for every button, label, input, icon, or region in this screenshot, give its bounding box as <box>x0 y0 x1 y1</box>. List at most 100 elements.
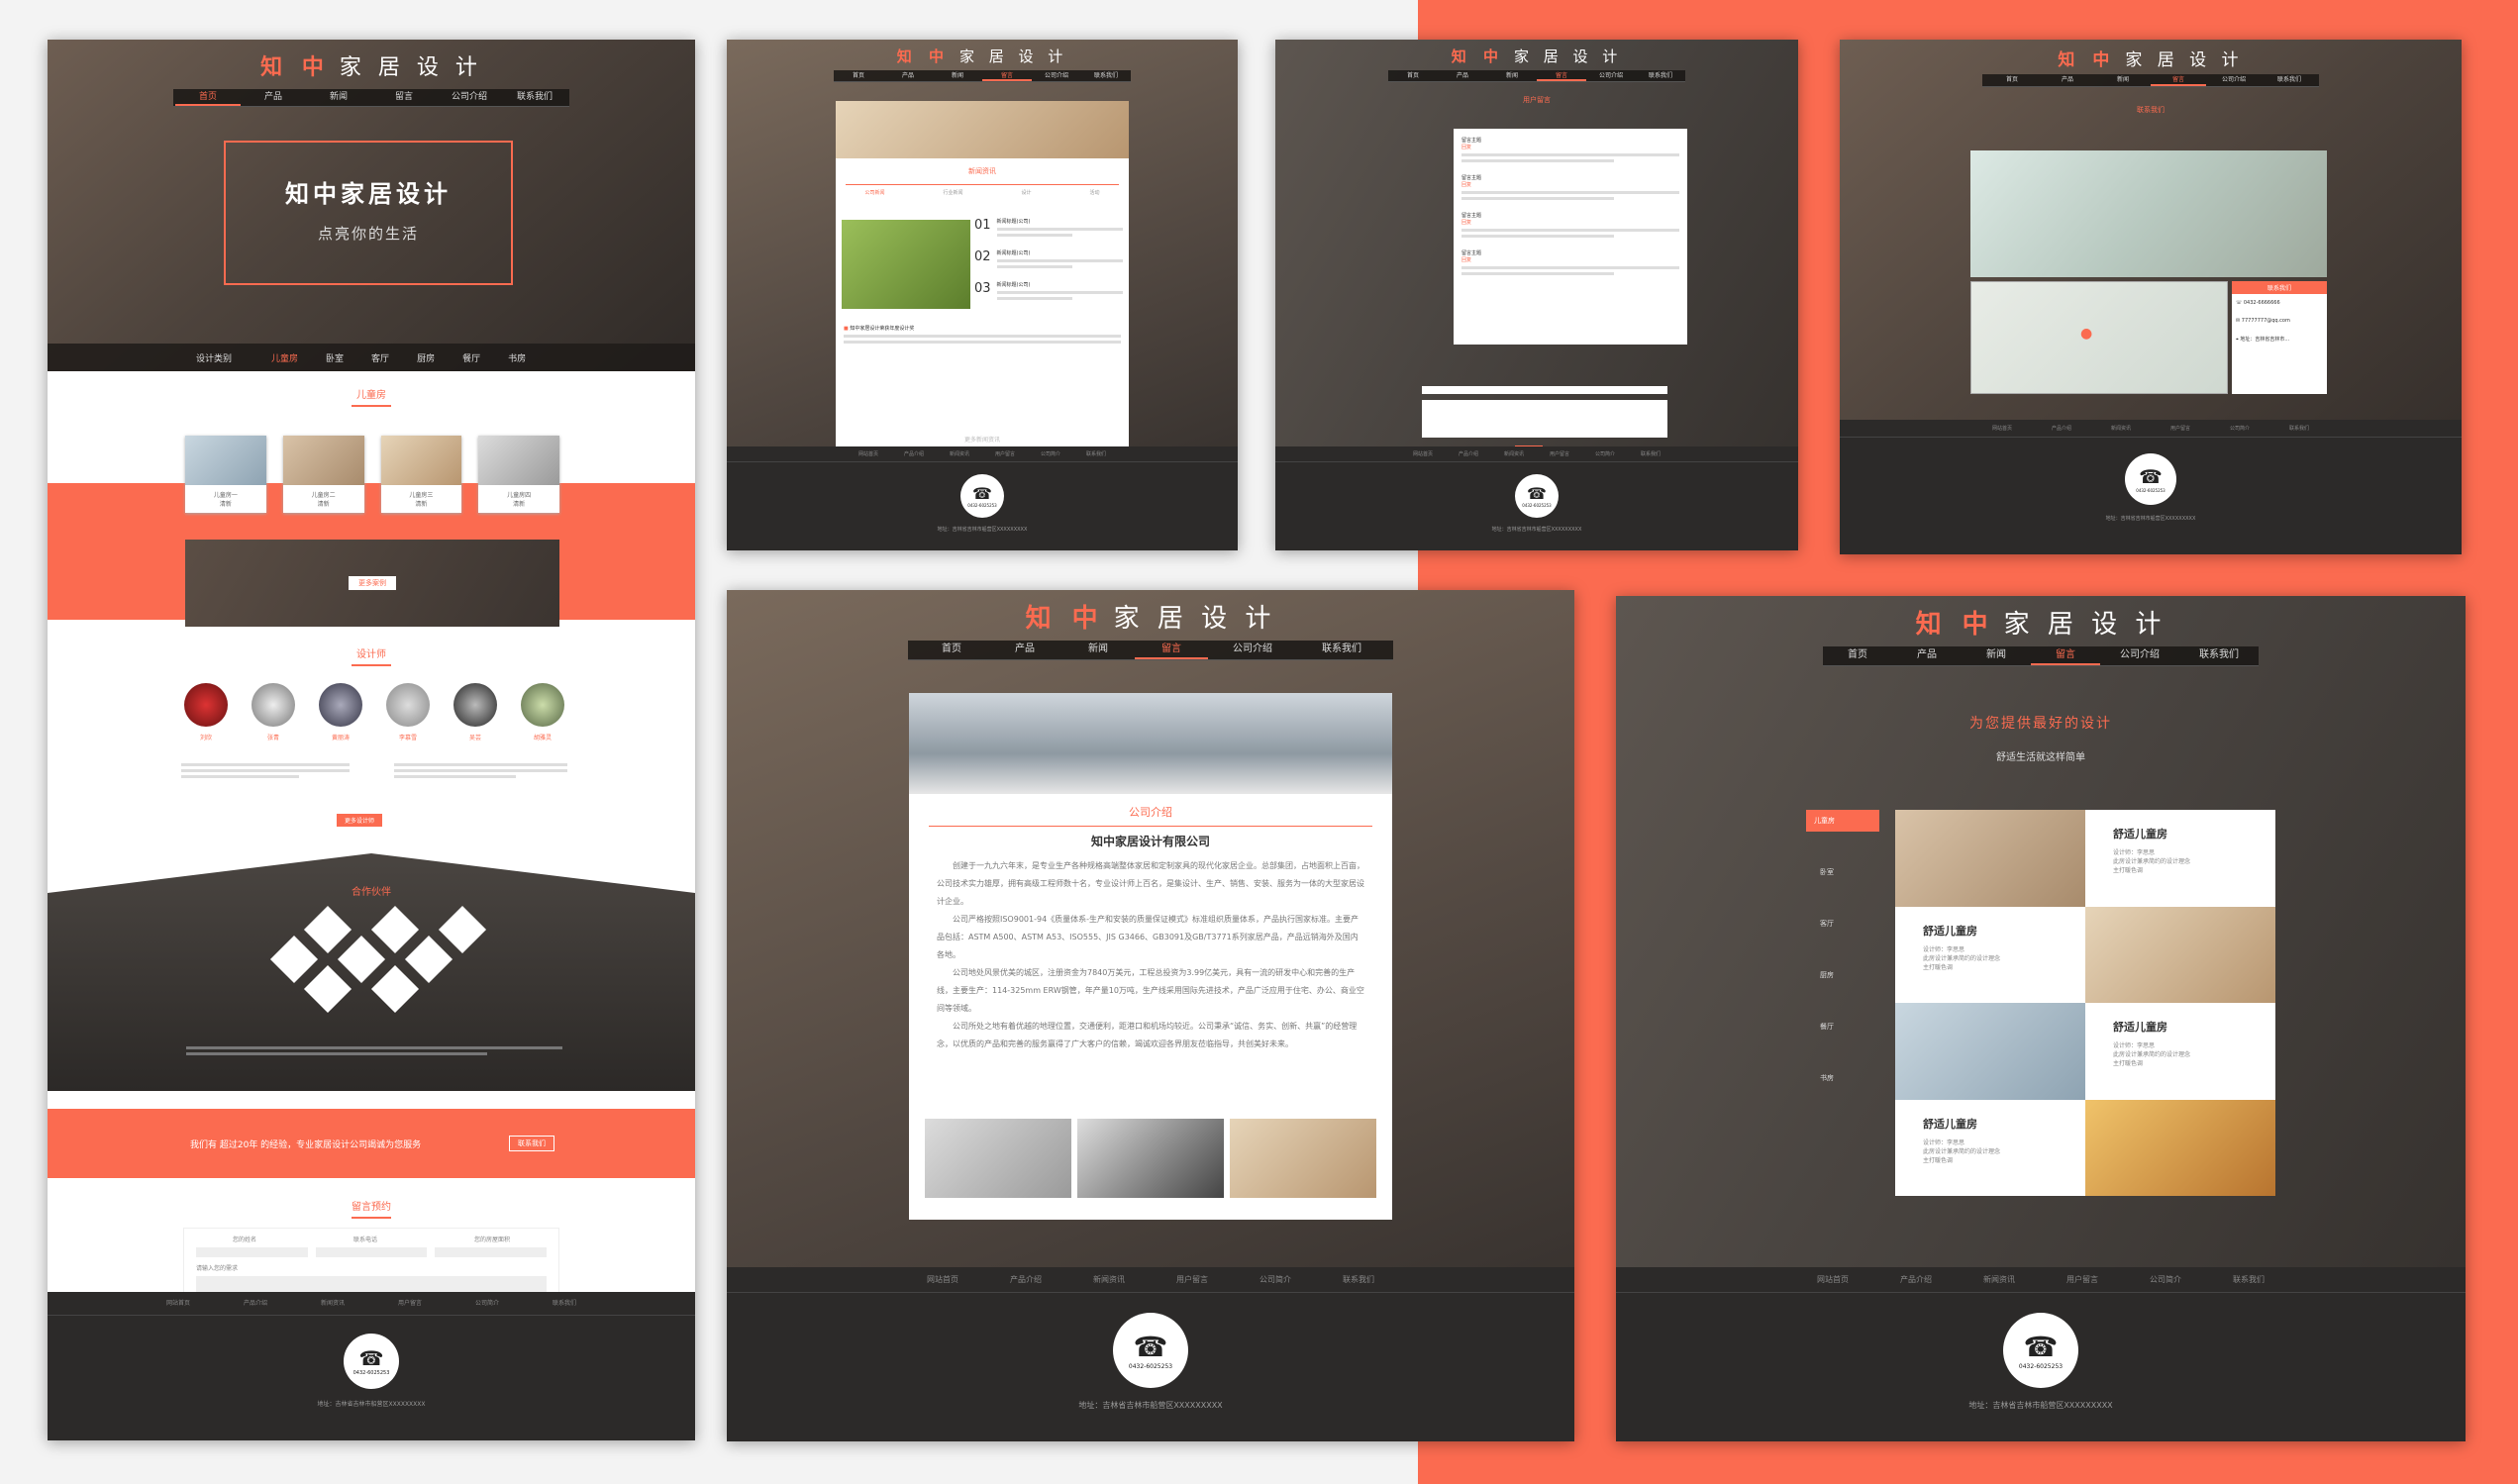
menu-item-bedroom[interactable]: 卧室 <box>1806 861 1879 883</box>
footer-link[interactable]: 网站首页 <box>858 446 878 461</box>
phone-badge[interactable]: ☎ 0432-6025253 <box>344 1334 399 1389</box>
footer-link[interactable]: 联系我们 <box>2233 1267 2265 1292</box>
more-designers-button[interactable]: 更多设计师 <box>337 814 383 827</box>
footer-link[interactable]: 新闻资讯 <box>321 1292 345 1315</box>
menu-item-kitchen[interactable]: 厨房 <box>1806 964 1879 986</box>
cat-bedroom[interactable]: 卧室 <box>326 351 344 364</box>
cat-kids[interactable]: 儿童房 <box>271 351 298 364</box>
footer-link[interactable]: 用户留言 <box>2170 420 2190 437</box>
footer-link[interactable]: 产品介绍 <box>1010 1267 1042 1292</box>
nav-guestbook[interactable]: 留言 <box>371 89 437 106</box>
news-item[interactable]: 03 新闻标题(公司) <box>974 281 1123 303</box>
nav-guestbook[interactable]: 留言 <box>2031 646 2100 665</box>
partner-logo[interactable] <box>337 935 386 984</box>
footer-link[interactable]: 公司简介 <box>1041 446 1060 461</box>
designer-item[interactable]: 李慕雪 <box>383 683 433 742</box>
footer-link[interactable]: 公司简介 <box>1259 1267 1291 1292</box>
footer-link[interactable]: 公司简介 <box>475 1292 499 1315</box>
site-logo[interactable]: 知 中家 居 设 计 <box>727 590 1574 635</box>
partner-logo[interactable] <box>404 935 453 984</box>
tab-design[interactable]: 设计 <box>1021 189 1031 196</box>
footer-link[interactable]: 公司简介 <box>2230 420 2250 437</box>
footer-link[interactable]: 产品介绍 <box>2052 420 2071 437</box>
nav-guestbook[interactable]: 留言 <box>1537 70 1586 81</box>
footer-link[interactable]: 用户留言 <box>1176 1267 1208 1292</box>
gallery-image[interactable] <box>1230 1119 1376 1198</box>
nav-products[interactable]: 产品 <box>988 641 1061 659</box>
nav-home[interactable]: 首页 <box>915 641 988 659</box>
footer-link[interactable]: 网站首页 <box>166 1292 190 1315</box>
site-logo[interactable]: 知 中家 居 设 计 <box>48 40 695 81</box>
product-image[interactable] <box>2085 1099 2275 1196</box>
nav-home[interactable]: 首页 <box>1823 646 1892 665</box>
footer-link[interactable]: 产品介绍 <box>1900 1267 1932 1292</box>
footer-link[interactable]: 新闻资讯 <box>2111 420 2131 437</box>
footer-link[interactable]: 公司简介 <box>2150 1267 2181 1292</box>
designer-item[interactable]: 刘欣 <box>181 683 231 742</box>
nav-home[interactable]: 首页 <box>1984 74 2040 86</box>
phone-badge[interactable]: ☎ 0432-6025253 <box>1515 474 1559 518</box>
product-card[interactable]: 舒适儿童房 设计师：李思思 此房设计兼承简约的设计理念 主打暖色调 <box>1895 1099 2085 1196</box>
footer-link[interactable]: 网站首页 <box>1413 446 1433 461</box>
footer-link[interactable]: 新闻资讯 <box>950 446 969 461</box>
product-image[interactable] <box>2085 906 2275 1003</box>
partner-logo[interactable] <box>303 905 353 954</box>
footer-link[interactable]: 新闻资讯 <box>1093 1267 1125 1292</box>
nav-contact[interactable]: 联系我们 <box>2262 74 2317 86</box>
tab-company-news[interactable]: 公司新闻 <box>864 189 884 196</box>
product-image[interactable] <box>1895 1003 2085 1100</box>
phone-badge[interactable]: ☎ 0432-6025253 <box>2125 453 2176 505</box>
footer-link[interactable]: 产品介绍 <box>244 1292 267 1315</box>
site-logo[interactable]: 知 中家 居 设 计 <box>1840 40 2462 70</box>
footer-link[interactable]: 用户留言 <box>398 1292 422 1315</box>
footer-link[interactable]: 用户留言 <box>1550 446 1569 461</box>
nav-news[interactable]: 新闻 <box>1962 646 2031 665</box>
nav-contact[interactable]: 联系我们 <box>1636 70 1685 81</box>
footer-link[interactable]: 公司简介 <box>1595 446 1615 461</box>
nav-contact[interactable]: 联系我们 <box>1297 641 1386 659</box>
phone-badge[interactable]: ☎ 0432-6025253 <box>2003 1313 2078 1388</box>
partner-logo[interactable] <box>269 935 319 984</box>
footer-link[interactable]: 用户留言 <box>2066 1267 2098 1292</box>
guestbook-subject-input[interactable] <box>1422 386 1667 394</box>
nav-about[interactable]: 公司介绍 <box>2100 646 2179 665</box>
nav-news[interactable]: 新闻 <box>1487 70 1537 81</box>
name-input[interactable] <box>196 1247 308 1257</box>
designer-item[interactable]: 胡雅灵 <box>518 683 567 742</box>
nav-contact[interactable]: 联系我们 <box>2179 646 2259 665</box>
nav-about[interactable]: 公司介绍 <box>2206 74 2262 86</box>
kids-card[interactable]: 儿童房三 清新 <box>380 436 462 513</box>
nav-home[interactable]: 首页 <box>1388 70 1438 81</box>
phone-input[interactable] <box>315 1247 428 1257</box>
nav-guestbook[interactable]: 留言 <box>2151 74 2206 86</box>
partner-logo[interactable] <box>303 964 353 1014</box>
more-news-link[interactable]: 更多新闻资讯 <box>836 435 1129 444</box>
gallery-image[interactable] <box>925 1119 1071 1198</box>
footer-link[interactable]: 新闻资讯 <box>1504 446 1524 461</box>
footer-link[interactable]: 新闻资讯 <box>1983 1267 2015 1292</box>
tab-industry-news[interactable]: 行业新闻 <box>943 189 962 196</box>
partner-logo[interactable] <box>438 905 487 954</box>
cat-kitchen[interactable]: 厨房 <box>417 351 435 364</box>
nav-products[interactable]: 产品 <box>2040 74 2095 86</box>
footer-link[interactable]: 联系我们 <box>1086 446 1106 461</box>
phone-badge[interactable]: ☎ 0432-6025253 <box>1113 1313 1188 1388</box>
nav-products[interactable]: 产品 <box>1892 646 1962 665</box>
footer-link[interactable]: 联系我们 <box>1641 446 1661 461</box>
footer-link[interactable]: 用户留言 <box>995 446 1015 461</box>
footer-link[interactable]: 联系我们 <box>2289 420 2309 437</box>
nav-about[interactable]: 公司介绍 <box>1032 70 1081 81</box>
site-logo[interactable]: 知 中家 居 设 计 <box>1616 596 2466 641</box>
partner-logo[interactable] <box>370 964 420 1014</box>
kids-card[interactable]: 儿童房一 清新 <box>185 436 266 513</box>
footer-link[interactable]: 网站首页 <box>1992 420 2012 437</box>
footer-link[interactable]: 网站首页 <box>927 1267 958 1292</box>
footer-link[interactable]: 产品介绍 <box>1459 446 1478 461</box>
product-card[interactable]: 舒适儿童房 设计师：李思思 此房设计兼承简约的设计理念 主打暖色调 <box>2085 1003 2275 1100</box>
nav-home[interactable]: 首页 <box>834 70 883 81</box>
nav-contact[interactable]: 联系我们 <box>1081 70 1131 81</box>
nav-guestbook[interactable]: 留言 <box>982 70 1032 81</box>
menu-item-living[interactable]: 客厅 <box>1806 913 1879 935</box>
nav-news[interactable]: 新闻 <box>1061 641 1135 659</box>
phone-badge[interactable]: ☎ 0432-6025253 <box>960 474 1004 518</box>
